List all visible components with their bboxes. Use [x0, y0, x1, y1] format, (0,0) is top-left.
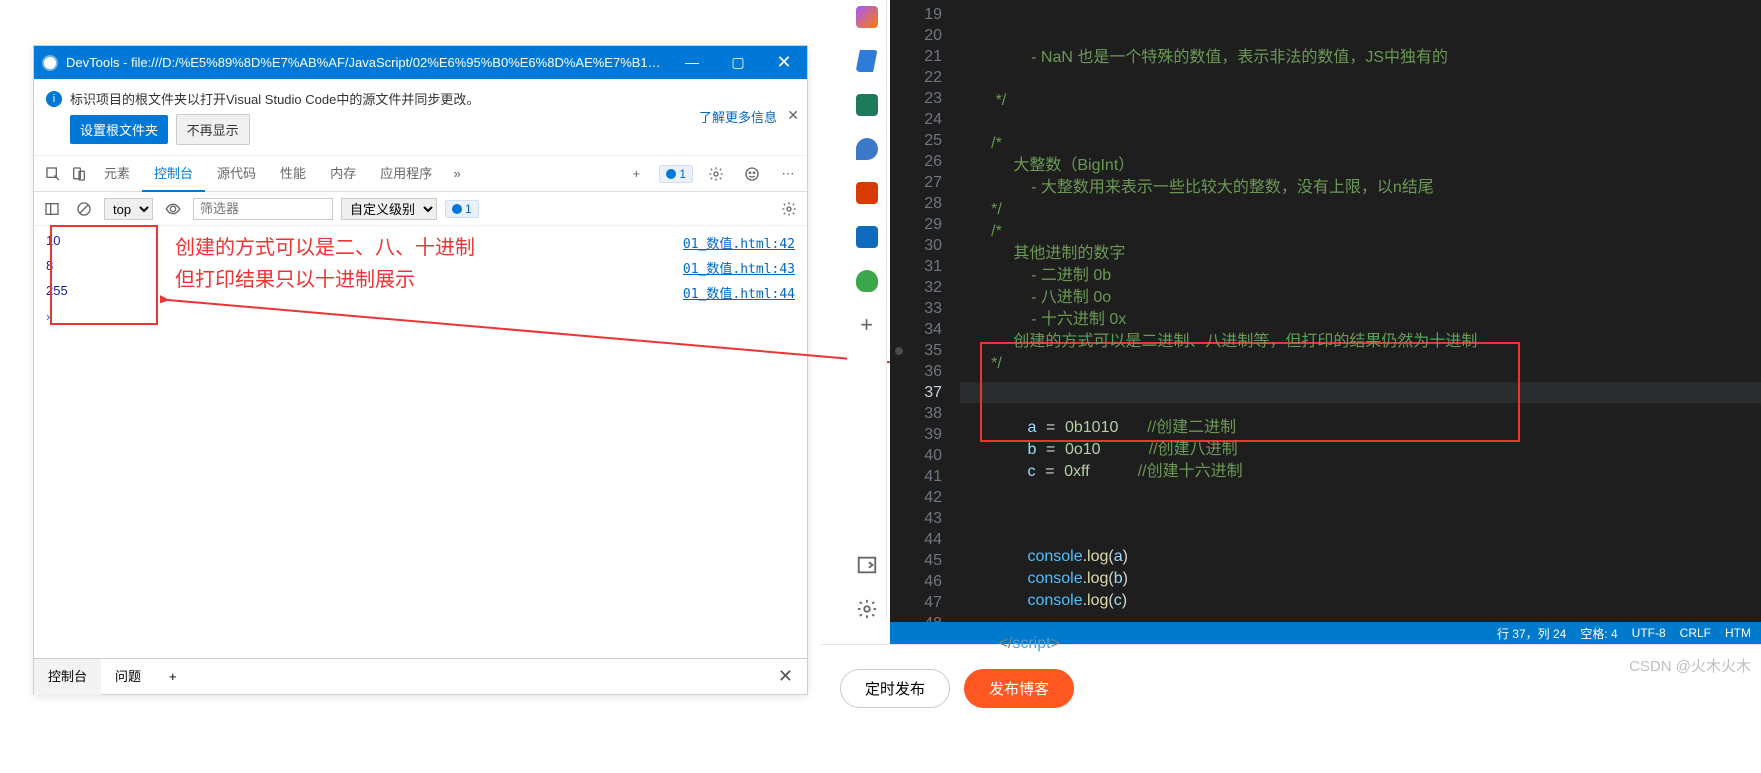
- blog-toolbar: 定时发布 发布博客: [820, 644, 1761, 732]
- console-value: 255: [46, 283, 126, 302]
- window-title: DevTools - file:///D:/%E5%89%8D%E7%AB%AF…: [66, 55, 669, 70]
- console-settings-icon[interactable]: [777, 201, 801, 217]
- context-select[interactable]: top: [104, 198, 153, 220]
- issues-badge[interactable]: 1: [659, 165, 693, 183]
- close-button[interactable]: ✕: [761, 46, 807, 79]
- devtools-tabs: 元素 控制台 源代码 性能 内存 应用程序 » + 1 ⋯: [34, 156, 807, 192]
- publish-button[interactable]: 发布博客: [964, 669, 1074, 708]
- sidebar-toggle-icon[interactable]: [40, 201, 64, 217]
- learn-more-link[interactable]: 了解更多信息: [699, 107, 777, 126]
- office-sidebar: +: [847, 0, 887, 620]
- console-source-link[interactable]: 01_数值.html:42: [683, 233, 795, 252]
- kebab-icon[interactable]: ⋯: [775, 166, 801, 182]
- tab-overflow-icon[interactable]: »: [444, 166, 470, 181]
- tab-memory[interactable]: 内存: [318, 156, 368, 192]
- level-select[interactable]: 自定义级别: [341, 198, 437, 220]
- add-app-icon[interactable]: +: [856, 314, 878, 336]
- device-icon[interactable]: [66, 166, 92, 182]
- notice-close-icon[interactable]: ✕: [787, 107, 799, 124]
- console-value: 10: [46, 233, 126, 252]
- drawer-add-icon[interactable]: +: [155, 659, 191, 695]
- console-source-link[interactable]: 01_数值.html:44: [683, 283, 795, 302]
- devtools-drawer: 控制台 问题 + ✕: [34, 658, 807, 694]
- schedule-button[interactable]: 定时发布: [840, 669, 950, 708]
- line-gutter: 1920212223242526272829303132333435363738…: [890, 0, 960, 622]
- copilot-icon[interactable]: [856, 6, 878, 28]
- filter-input[interactable]: [193, 198, 333, 220]
- inspect-icon[interactable]: [40, 166, 66, 182]
- devtools-window: DevTools - file:///D:/%E5%89%8D%E7%AB%AF…: [33, 45, 808, 695]
- briefcase-icon[interactable]: [856, 94, 878, 116]
- edge-icon: [42, 55, 58, 71]
- drawer-close-icon[interactable]: ✕: [764, 666, 807, 687]
- window-titlebar[interactable]: DevTools - file:///D:/%E5%89%8D%E7%AB%AF…: [34, 46, 807, 79]
- office-icon[interactable]: [856, 182, 878, 204]
- tab-elements[interactable]: 元素: [92, 156, 142, 192]
- workspace-notice: i 标识项目的根文件夹以打开Visual Studio Code中的源文件并同步…: [34, 79, 807, 156]
- console-prompt[interactable]: ›: [46, 305, 795, 328]
- notice-text: 标识项目的根文件夹以打开Visual Studio Code中的源文件并同步更改…: [70, 89, 795, 108]
- set-root-button[interactable]: 设置根文件夹: [70, 115, 168, 144]
- annotation-text: 创建的方式可以是二、八、十进制 但打印结果只以十进制展示: [175, 232, 475, 296]
- console-source-link[interactable]: 01_数值.html:43: [683, 258, 795, 277]
- minimize-button[interactable]: —: [669, 46, 715, 79]
- console-filterbar: top 自定义级别 1: [34, 192, 807, 226]
- csdn-watermark: CSDN @火木火木: [1629, 655, 1751, 676]
- dont-show-button[interactable]: 不再显示: [176, 114, 250, 145]
- drawer-tab-issues[interactable]: 问题: [101, 659, 155, 695]
- messages-badge[interactable]: 1: [445, 200, 479, 218]
- drawer-tab-console[interactable]: 控制台: [34, 659, 101, 695]
- people-icon[interactable]: [856, 138, 878, 160]
- tab-application[interactable]: 应用程序: [368, 156, 444, 192]
- code-area[interactable]: - NaN 也是一个特殊的数值，表示非法的数值，JS中独有的 */ /* 大整数…: [960, 0, 1761, 622]
- breakpoint-gutter-dot: [895, 347, 903, 355]
- live-expression-icon[interactable]: [161, 201, 185, 217]
- vscode-editor[interactable]: 1920212223242526272829303132333435363738…: [890, 0, 1761, 622]
- maximize-button[interactable]: ▢: [715, 46, 761, 79]
- tab-performance[interactable]: 性能: [268, 156, 318, 192]
- plus-icon[interactable]: +: [623, 166, 649, 181]
- feedback-icon[interactable]: [739, 166, 765, 182]
- info-icon: i: [46, 91, 62, 107]
- console-value: 8: [46, 258, 126, 277]
- collapse-icon[interactable]: [856, 554, 878, 576]
- outlook-icon[interactable]: [856, 226, 878, 248]
- clear-console-icon[interactable]: [72, 201, 96, 217]
- settings-gear-icon[interactable]: [703, 166, 729, 182]
- tab-console[interactable]: 控制台: [142, 156, 205, 192]
- sidebar-gear-icon[interactable]: [856, 598, 878, 620]
- tab-sources[interactable]: 源代码: [205, 156, 268, 192]
- tree-icon[interactable]: [856, 270, 878, 292]
- tag-icon[interactable]: [856, 50, 878, 72]
